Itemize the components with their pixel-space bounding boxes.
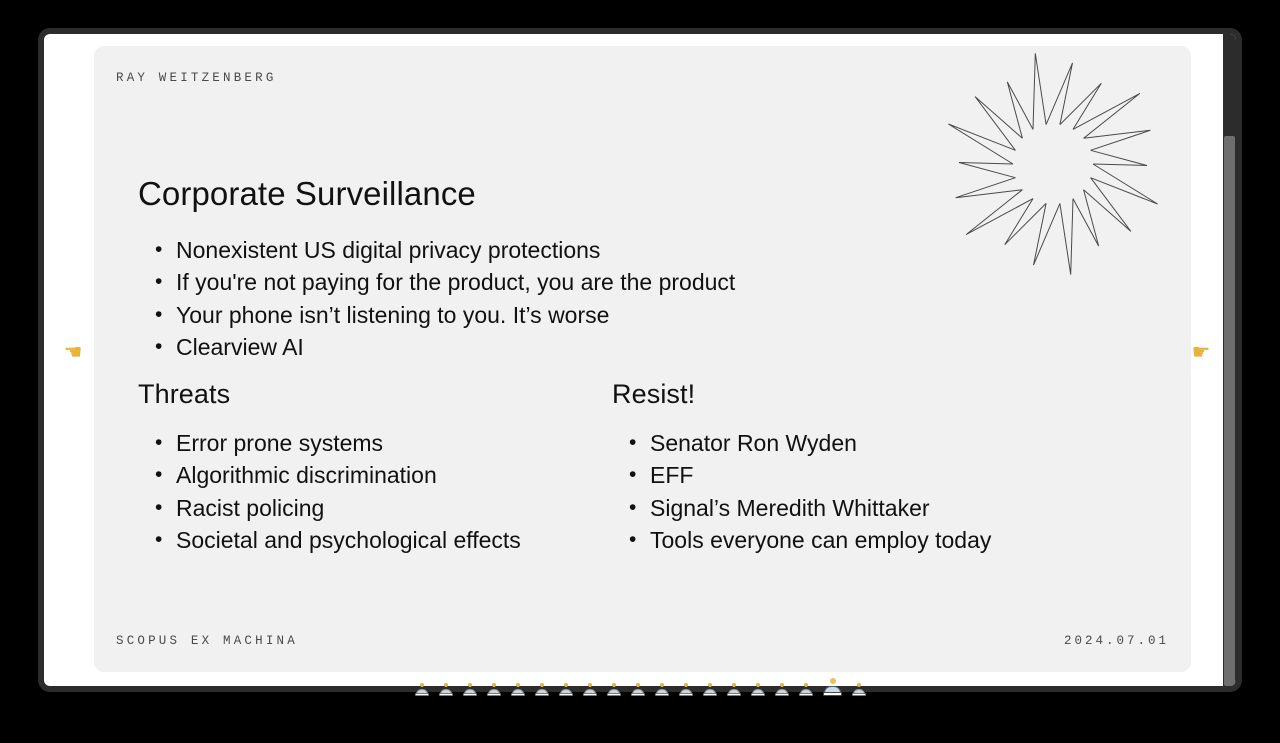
slide-thumbnail[interactable] [774,683,789,696]
thumbnail-base-icon [558,693,573,696]
slide-thumbnail-strip[interactable] [0,672,1280,696]
section-heading: Threats [138,379,231,409]
thumbnail-knob-icon [755,683,760,687]
thumbnail-base-icon [678,693,693,696]
list-item: If you're not paying for the product, yo… [155,266,735,299]
slide-thumbnail[interactable] [582,683,597,696]
vertical-scrollbar-track[interactable] [1223,34,1236,686]
slide-surface: RAY WEITZENBERG Corporate Surveillance N… [94,46,1191,672]
thumbnail-base-icon [630,693,645,696]
thumbnail-base-icon [726,693,741,696]
list-item: Signal’s Meredith Whittaker [629,492,991,525]
thumbnail-base-icon [534,693,549,696]
thumbnail-base-icon [822,692,842,696]
starburst-spiral-icon [948,53,1158,275]
thumbnail-base-icon [438,693,453,696]
slide-thumbnail[interactable] [606,683,621,696]
slide-thumbnail[interactable] [654,683,669,696]
slide-thumbnail[interactable] [630,683,645,696]
section-bullet-list: Error prone systems Algorithmic discrimi… [138,427,521,557]
slide-thumbnail[interactable] [462,683,477,696]
presentation-viewport: RAY WEITZENBERG Corporate Surveillance N… [44,34,1236,686]
thumbnail-knob-icon [539,683,544,687]
app-window-frame: RAY WEITZENBERG Corporate Surveillance N… [38,28,1242,692]
list-item: Senator Ron Wyden [629,427,991,460]
slide-thumbnail[interactable] [750,683,765,696]
thumbnail-knob-icon [779,683,784,687]
thumbnail-knob-icon [467,683,472,687]
list-item: Clearview AI [155,331,735,364]
thumbnail-base-icon [798,693,813,696]
slide-author: RAY WEITZENBERG [116,71,277,85]
list-item: Algorithmic discrimination [155,459,521,492]
slide-thumbnail[interactable] [678,683,693,696]
thumbnail-base-icon [750,693,765,696]
thumbnail-knob-icon [491,683,496,687]
thumbnail-knob-icon [635,683,640,687]
thumbnail-knob-icon [443,683,448,687]
main-bullet-list: Nonexistent US digital privacy protectio… [138,234,735,364]
section-bullet-list: Senator Ron Wyden EFF Signal’s Meredith … [612,427,991,557]
list-item: Tools everyone can employ today [629,524,991,557]
list-item: Racist policing [155,492,521,525]
screen: RAY WEITZENBERG Corporate Surveillance N… [0,0,1280,743]
thumbnail-knob-icon [829,678,836,684]
thumbnail-knob-icon [731,683,736,687]
thumbnail-knob-icon [563,683,568,687]
slide-thumbnail[interactable] [702,683,717,696]
slide-title: Corporate Surveillance [138,175,476,213]
slide-thumbnail[interactable] [798,683,813,696]
thumbnail-base-icon [414,693,429,696]
thumbnail-knob-icon [683,683,688,687]
thumbnail-knob-icon [419,683,424,687]
thumbnail-knob-icon [659,683,664,687]
list-item: Your phone isn’t listening to you. It’s … [155,299,735,332]
thumbnail-knob-icon [611,683,616,687]
list-item: Error prone systems [155,427,521,460]
section-heading: Resist! [612,379,696,409]
thumbnail-base-icon [654,693,669,696]
slide-series-label: SCOPUS EX MACHINA [116,634,298,648]
list-item: Nonexistent US digital privacy protectio… [155,234,735,267]
slide-thumbnail[interactable] [486,683,501,696]
section-threats: Threats Error prone systems Algorithmic … [138,379,521,557]
slide-date-label: 2024.07.01 [1063,634,1169,648]
slide-thumbnail[interactable] [438,683,453,696]
slide-thumbnail[interactable] [414,683,429,696]
list-item: Societal and psychological effects [155,524,521,557]
previous-slide-hand-icon[interactable]: ☚ [60,340,86,366]
slide-thumbnail[interactable] [726,683,741,696]
list-item: EFF [629,459,991,492]
thumbnail-base-icon [510,693,525,696]
thumbnail-knob-icon [515,683,520,687]
slide-thumbnail[interactable] [851,683,866,696]
thumbnail-base-icon [606,693,621,696]
thumbnail-knob-icon [803,683,808,687]
thumbnail-base-icon [851,693,866,696]
slide-thumbnail[interactable] [510,683,525,696]
thumbnail-knob-icon [856,683,861,687]
thumbnail-base-icon [702,693,717,696]
slide-thumbnail-active[interactable] [822,678,842,696]
thumbnail-base-icon [462,693,477,696]
thumbnail-base-icon [582,693,597,696]
vertical-scrollbar-thumb[interactable] [1224,136,1235,686]
thumbnail-knob-icon [587,683,592,687]
slide-thumbnail[interactable] [558,683,573,696]
thumbnail-knob-icon [707,683,712,687]
thumbnail-base-icon [486,693,501,696]
thumbnail-base-icon [774,693,789,696]
slide-thumbnail[interactable] [534,683,549,696]
section-resist: Resist! Senator Ron Wyden EFF Signal’s M… [612,379,991,557]
next-slide-hand-icon[interactable]: ☛ [1188,340,1214,366]
